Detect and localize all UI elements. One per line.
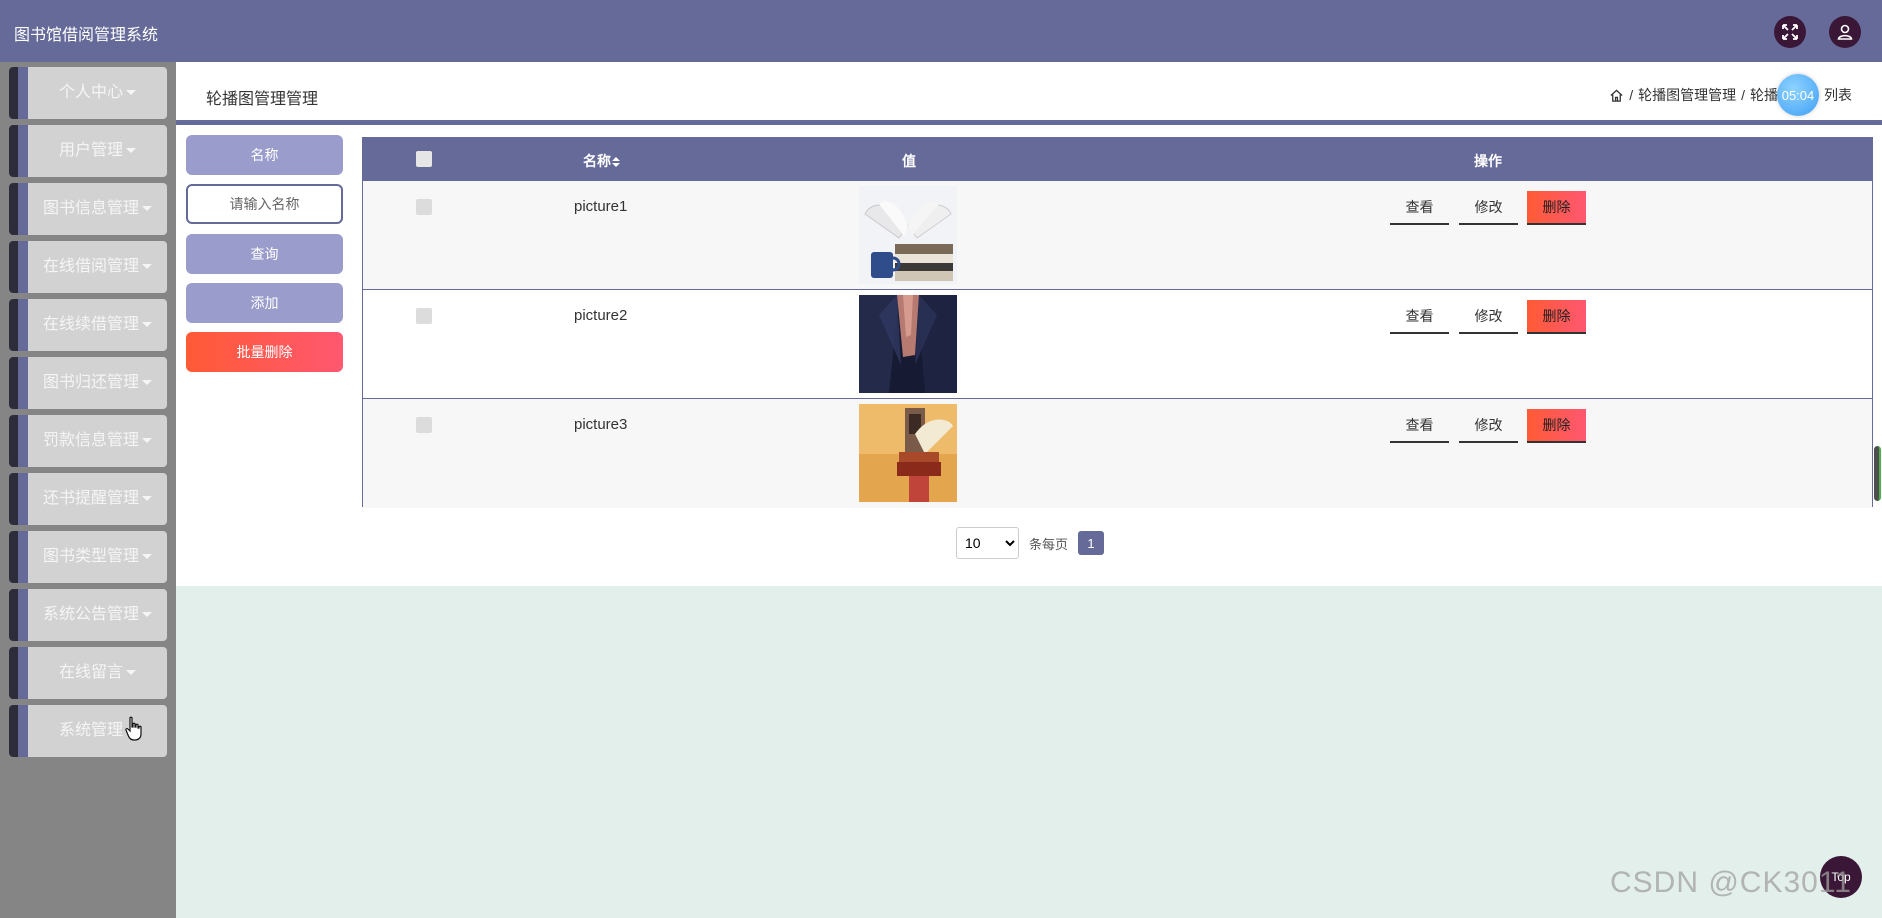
name-field-label: 名称: [186, 135, 343, 175]
table-row: picture2 查看 修改 删除: [363, 290, 1872, 399]
row-checkbox[interactable]: [416, 199, 432, 215]
table-row: picture3 查看 修改 删除: [363, 399, 1872, 508]
top-bar: 图书馆借阅管理系统: [0, 0, 1882, 62]
sidebar-item-label: 在线留言: [58, 664, 123, 681]
column-header-name[interactable]: 名称: [583, 151, 620, 171]
expand-icon: [1782, 24, 1798, 40]
page-number-button[interactable]: 1: [1078, 531, 1105, 555]
sidebar-item-label: 罚款信息管理: [42, 432, 139, 449]
sort-icon[interactable]: [612, 157, 620, 168]
row-name: picture3: [574, 416, 628, 433]
breadcrumb-item[interactable]: 轮播图管理管理: [1638, 85, 1736, 105]
app-title: 图书馆借阅管理系统: [14, 27, 159, 44]
edit-button[interactable]: 修改: [1459, 300, 1518, 334]
column-header-value: 值: [902, 153, 916, 169]
sidebar-item-fines[interactable]: 罚款信息管理: [9, 415, 167, 467]
sidebar-item-book-types[interactable]: 图书类型管理: [9, 531, 167, 583]
sidebar-item-online-borrow[interactable]: 在线借阅管理: [9, 241, 167, 293]
sidebar-item-label: 在线借阅管理: [42, 258, 139, 275]
view-button[interactable]: 查看: [1390, 409, 1449, 443]
home-icon[interactable]: [1609, 88, 1624, 103]
column-header-actions: 操作: [1474, 153, 1502, 169]
sidebar-item-label: 在线续借管理: [42, 316, 139, 333]
user-menu-button[interactable]: [1829, 16, 1861, 48]
row-name: picture2: [574, 307, 628, 324]
caret-down-icon: [142, 380, 152, 386]
sidebar-item-label: 图书信息管理: [42, 200, 139, 217]
delete-button[interactable]: 删除: [1527, 300, 1586, 334]
view-button[interactable]: 查看: [1390, 300, 1449, 334]
row-name: picture1: [574, 198, 628, 215]
per-page-label: 条每页: [1029, 536, 1069, 552]
edit-button[interactable]: 修改: [1459, 191, 1518, 225]
sidebar-item-announcements[interactable]: 系统公告管理: [9, 589, 167, 641]
sidebar-item-personal-center[interactable]: 个人中心: [9, 67, 167, 119]
pagination: 10 条每页 1: [956, 527, 1105, 559]
query-button[interactable]: 查询: [186, 234, 343, 274]
row-thumbnail: [859, 295, 957, 393]
edit-button[interactable]: 修改: [1459, 409, 1518, 443]
fullscreen-button[interactable]: [1774, 16, 1806, 48]
caret-down-icon: [142, 264, 152, 270]
sidebar-item-label: 个人中心: [58, 84, 123, 101]
sidebar: 个人中心 用户管理 图书信息管理 在线借阅管理 在线续借管理 图书归还管理 罚款…: [0, 62, 176, 918]
row-thumbnail: [859, 186, 957, 284]
caret-down-icon: [142, 554, 152, 560]
sidebar-item-label: 图书归还管理: [42, 374, 139, 391]
user-icon: [1837, 24, 1853, 40]
batch-delete-button[interactable]: 批量删除: [186, 332, 343, 372]
caret-down-icon: [126, 90, 136, 96]
table-header: 名称 值 操作: [363, 138, 1872, 181]
pointer-cursor-icon: [125, 716, 142, 741]
view-button[interactable]: 查看: [1390, 191, 1449, 225]
page-size-select[interactable]: 10: [956, 527, 1019, 559]
breadcrumb-item: 列表: [1824, 87, 1852, 103]
row-checkbox[interactable]: [416, 417, 432, 433]
delete-button[interactable]: 删除: [1527, 191, 1586, 225]
sidebar-item-online-renew[interactable]: 在线续借管理: [9, 299, 167, 351]
scrollbar-thumb[interactable]: [1874, 446, 1881, 501]
sidebar-item-users[interactable]: 用户管理: [9, 125, 167, 177]
caret-down-icon: [142, 322, 152, 328]
sidebar-item-return-reminder[interactable]: 还书提醒管理: [9, 473, 167, 525]
sidebar-item-messages[interactable]: 在线留言: [9, 647, 167, 699]
table-row: picture1 查看 修改 删除: [363, 181, 1872, 290]
sidebar-item-book-info[interactable]: 图书信息管理: [9, 183, 167, 235]
sidebar-item-label: 图书类型管理: [42, 548, 139, 565]
breadcrumb-separator: /: [1741, 87, 1745, 103]
row-checkbox[interactable]: [416, 308, 432, 324]
select-all-checkbox[interactable]: [416, 151, 432, 167]
column-header-label: 名称: [583, 153, 611, 169]
breadcrumb-separator: /: [1629, 87, 1634, 103]
delete-button[interactable]: 删除: [1527, 409, 1586, 443]
breadcrumb-item: 轮播: [1750, 87, 1778, 103]
caret-down-icon: [142, 496, 152, 502]
name-search-input[interactable]: [186, 184, 343, 224]
timer-badge: 05:04: [1777, 74, 1819, 116]
sidebar-item-book-return[interactable]: 图书归还管理: [9, 357, 167, 409]
header-divider: [176, 120, 1882, 125]
sidebar-item-label: 系统管理: [58, 722, 123, 739]
caret-down-icon: [142, 438, 152, 444]
caret-down-icon: [142, 612, 152, 618]
watermark: CSDN @CK3011: [1610, 866, 1852, 899]
caret-down-icon: [126, 148, 136, 154]
caret-down-icon: [142, 206, 152, 212]
sidebar-item-label: 系统公告管理: [42, 606, 139, 623]
page-title: 轮播图管理管理: [206, 91, 319, 108]
row-thumbnail: [859, 404, 957, 502]
sidebar-item-label: 用户管理: [58, 142, 123, 159]
caret-down-icon: [126, 670, 136, 676]
add-button[interactable]: 添加: [186, 283, 343, 323]
sidebar-item-label: 还书提醒管理: [42, 490, 139, 507]
data-table: 名称 值 操作 picture1 查看 修改 删除 picture2 查看 修改…: [362, 137, 1873, 508]
